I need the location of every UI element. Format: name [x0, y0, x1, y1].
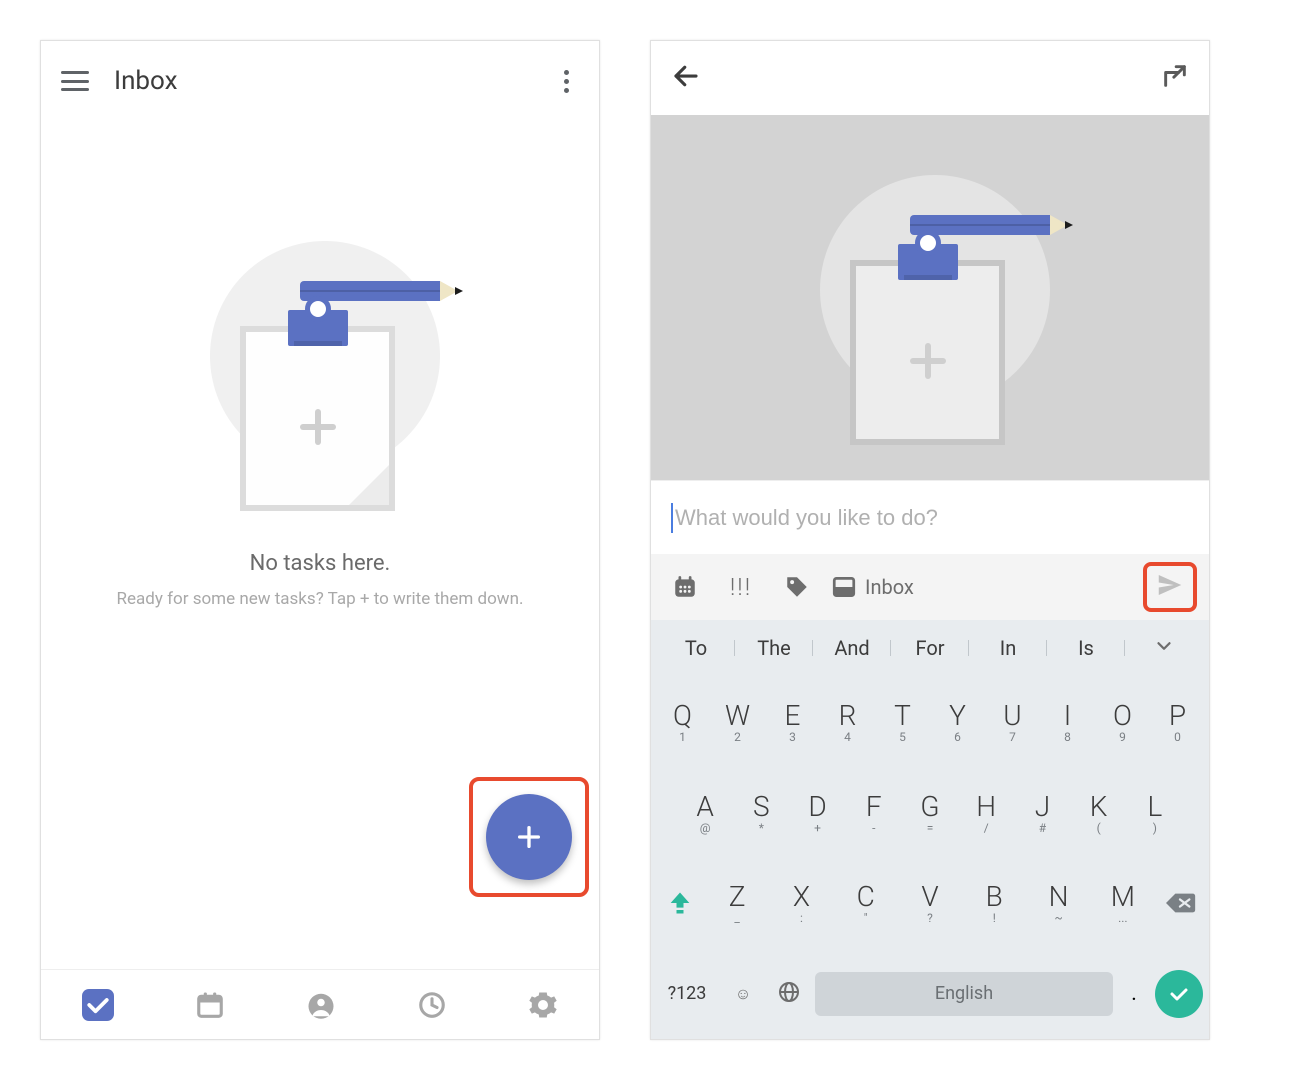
task-toolbar: !!! Inbox — [651, 554, 1209, 620]
key-w[interactable]: W2 — [710, 699, 765, 744]
app-bar: Inbox — [41, 41, 599, 121]
key-g[interactable]: G= — [902, 790, 958, 835]
key-r[interactable]: R4 — [820, 699, 875, 744]
backspace-key[interactable] — [1155, 889, 1205, 917]
suggestion-row: To The And For In Is — [651, 620, 1209, 676]
numswitch-key[interactable]: ?123 — [657, 983, 717, 1004]
menu-icon[interactable] — [61, 71, 89, 91]
key-m[interactable]: M... — [1091, 880, 1155, 925]
shift-key[interactable] — [655, 889, 705, 917]
task-input[interactable] — [675, 505, 1189, 531]
empty-illustration — [180, 241, 460, 521]
key-c[interactable]: C" — [834, 880, 898, 925]
emoji-key[interactable]: ☺ — [723, 984, 763, 1004]
suggestion[interactable]: In — [969, 636, 1047, 660]
suggestion[interactable]: Is — [1047, 636, 1125, 660]
key-a[interactable]: A@ — [677, 790, 733, 835]
key-x[interactable]: X: — [769, 880, 833, 925]
key-row-1: Q1W2E3R4T5Y6U7I8O9P0 — [651, 676, 1209, 767]
key-row-4: ?123 ☺ English . — [651, 948, 1209, 1039]
tab-history[interactable] — [417, 990, 447, 1020]
add-task-screen: !!! Inbox To The And For In Is — [650, 40, 1210, 1040]
key-l[interactable]: L) — [1127, 790, 1183, 835]
tab-calendar[interactable] — [195, 990, 225, 1020]
period-key[interactable]: . — [1119, 981, 1149, 1006]
key-n[interactable]: N~ — [1026, 880, 1090, 925]
suggestion[interactable]: To — [657, 636, 735, 660]
key-row-2: A@S*D+F-G=H/J#K(L) — [651, 767, 1209, 858]
dimmed-background — [651, 115, 1209, 480]
add-task-button[interactable] — [486, 794, 572, 880]
key-j[interactable]: J# — [1014, 790, 1070, 835]
inbox-screen: Inbox No tasks here. Ready for some new … — [40, 40, 600, 1040]
text-cursor — [671, 503, 673, 533]
key-h[interactable]: H/ — [958, 790, 1014, 835]
key-k[interactable]: K( — [1071, 790, 1127, 835]
key-v[interactable]: V? — [898, 880, 962, 925]
enter-key[interactable] — [1155, 970, 1203, 1018]
key-q[interactable]: Q1 — [655, 699, 710, 744]
expand-icon[interactable] — [1161, 62, 1189, 94]
list-selector[interactable]: Inbox — [831, 574, 914, 600]
fab-highlight — [469, 777, 589, 897]
empty-subtitle: Ready for some new tasks? Tap + to write… — [87, 586, 554, 612]
key-b[interactable]: B! — [962, 880, 1026, 925]
expand-suggestions[interactable] — [1125, 635, 1203, 662]
send-highlight — [1143, 562, 1197, 612]
back-button[interactable] — [671, 61, 701, 95]
list-label: Inbox — [865, 575, 914, 599]
tag-icon[interactable] — [775, 565, 819, 609]
key-i[interactable]: I8 — [1040, 699, 1095, 744]
key-row-3: Z_X:C"V?B!N~M... — [651, 858, 1209, 949]
tab-profile[interactable] — [306, 990, 336, 1020]
send-button[interactable] — [1155, 570, 1185, 604]
clipboard-icon — [240, 326, 395, 511]
key-d[interactable]: D+ — [789, 790, 845, 835]
key-o[interactable]: O9 — [1095, 699, 1150, 744]
language-key[interactable] — [769, 980, 809, 1008]
empty-illustration — [790, 175, 1070, 455]
key-f[interactable]: F- — [846, 790, 902, 835]
empty-title: No tasks here. — [250, 551, 391, 576]
suggestion[interactable]: The — [735, 636, 813, 660]
tab-settings[interactable] — [528, 990, 558, 1020]
space-key[interactable]: English — [815, 972, 1113, 1016]
tab-tasks[interactable] — [82, 989, 114, 1021]
screen-title: Inbox — [114, 66, 554, 96]
key-s[interactable]: S* — [733, 790, 789, 835]
empty-state: No tasks here. Ready for some new tasks?… — [41, 121, 599, 969]
suggestion[interactable]: And — [813, 636, 891, 660]
key-u[interactable]: U7 — [985, 699, 1040, 744]
priority-icon[interactable]: !!! — [719, 565, 763, 609]
key-y[interactable]: Y6 — [930, 699, 985, 744]
more-icon[interactable] — [554, 60, 579, 103]
keyboard: To The And For In Is Q1W2E3R4T5Y6U7I8O9P… — [651, 620, 1209, 1039]
task-input-row — [651, 480, 1209, 554]
suggestion[interactable]: For — [891, 636, 969, 660]
bottom-nav — [41, 969, 599, 1039]
key-p[interactable]: P0 — [1150, 699, 1205, 744]
app-bar — [651, 41, 1209, 115]
key-t[interactable]: T5 — [875, 699, 930, 744]
key-e[interactable]: E3 — [765, 699, 820, 744]
key-z[interactable]: Z_ — [705, 880, 769, 925]
date-icon[interactable] — [663, 565, 707, 609]
